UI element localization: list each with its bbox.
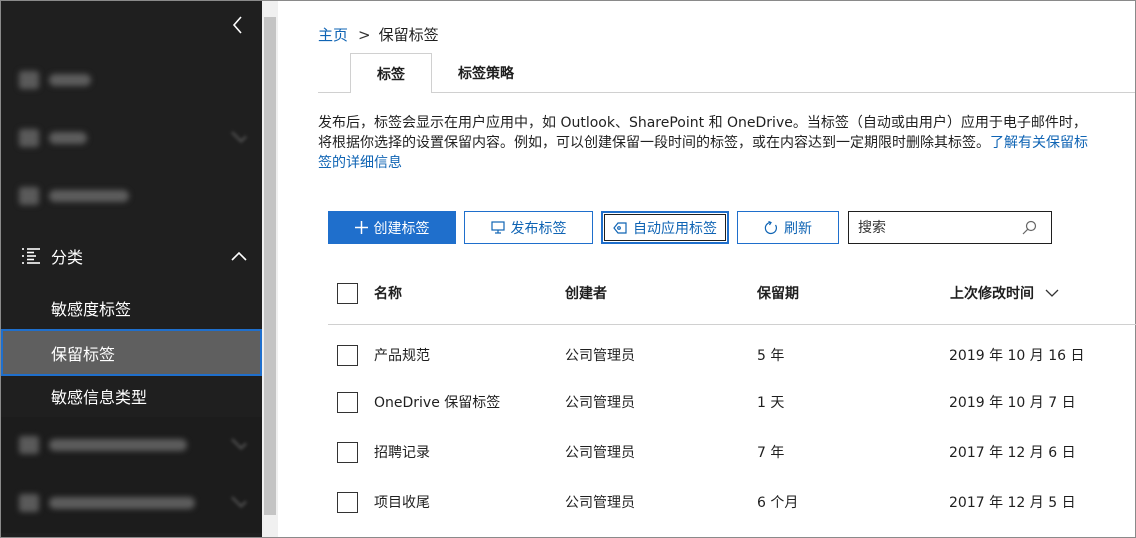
cell-retention: 1 天: [757, 395, 785, 411]
chevron-down-icon: [231, 127, 247, 143]
sidebar-item-blurred-5[interactable]: [1, 475, 262, 533]
sort-chevron-down-icon[interactable]: [1045, 286, 1059, 302]
row-checkbox[interactable]: [337, 392, 358, 413]
search-box[interactable]: [848, 211, 1052, 244]
sidebar-item-label: 分类: [51, 248, 84, 267]
description-text: 发布后，标签会显示在用户应用中，如 Outlook、SharePoint 和 O…: [318, 115, 1087, 151]
cell-modified: 2019 年 10 月 16 日: [949, 348, 1085, 364]
sidebar-item-blurred-4[interactable]: [1, 417, 262, 475]
cell-creator: 公司管理员: [565, 395, 635, 411]
search-input[interactable]: [849, 213, 1009, 242]
home-icon: [19, 71, 39, 89]
cell-creator: 公司管理员: [565, 495, 635, 511]
cell-creator: 公司管理员: [565, 348, 635, 364]
tag-icon: [613, 221, 627, 234]
column-header-name[interactable]: 名称: [374, 283, 402, 303]
chevron-left-icon: [232, 16, 242, 34]
create-label-button[interactable]: 创建标签: [328, 211, 456, 244]
records-icon: [19, 494, 39, 512]
refresh-button[interactable]: 刷新: [737, 211, 839, 244]
cell-name: 产品规范: [374, 348, 430, 364]
shield-icon: [19, 436, 39, 454]
breadcrumb-home-link[interactable]: 主页: [318, 26, 348, 44]
breadcrumb-current: 保留标签: [378, 26, 439, 44]
chevron-down-icon: [231, 492, 247, 508]
blurred-label: [49, 190, 129, 202]
cell-retention: 6 个月: [757, 495, 799, 511]
blurred-label: [49, 439, 187, 451]
row-checkbox[interactable]: [337, 442, 358, 463]
key-icon: [19, 187, 39, 205]
auto-apply-label-button[interactable]: 自动应用标签: [601, 211, 729, 244]
column-header-modified-label: 上次修改时间: [950, 286, 1034, 302]
cell-name: 招聘记录: [374, 445, 430, 461]
cell-modified: 2017 年 12 月 5 日: [949, 495, 1076, 511]
tab-label-policies[interactable]: 标签策略: [432, 53, 540, 93]
cell-retention: 7 年: [757, 445, 785, 461]
plus-icon: [354, 221, 368, 234]
cell-retention: 5 年: [757, 348, 785, 364]
chevron-down-icon: [231, 434, 247, 450]
column-header-creator[interactable]: 创建者: [565, 283, 607, 303]
alert-icon: [19, 129, 39, 147]
row-checkbox[interactable]: [337, 345, 358, 366]
auto-apply-label-text: 自动应用标签: [633, 220, 717, 237]
column-header-retention[interactable]: 保留期: [757, 283, 799, 303]
sidebar-item-blurred-3[interactable]: [1, 167, 262, 225]
publish-label-text: 发布标签: [510, 220, 567, 237]
publish-label-button[interactable]: 发布标签: [464, 211, 593, 244]
sidebar-item-classification[interactable]: 分类: [1, 232, 262, 280]
sidebar-item-sensitive-info-types[interactable]: 敏感信息类型: [1, 374, 262, 418]
table-row[interactable]: 招聘记录 公司管理员 7 年 2017 年 12 月 6 日: [328, 428, 1136, 476]
breadcrumb-separator: >: [358, 26, 371, 44]
blurred-label: [49, 74, 91, 86]
table-header: 名称 创建者 保留期 上次修改时间: [328, 269, 1136, 325]
sidebar: 分类 敏感度标签 保留标签 敏感信息类型: [1, 1, 262, 537]
table-row[interactable]: 产品规范 公司管理员 5 年 2019 年 10 月 16 日: [328, 331, 1136, 379]
breadcrumb: 主页 > 保留标签: [318, 24, 439, 45]
sidebar-item-blurred-1[interactable]: [1, 51, 262, 109]
refresh-text: 刷新: [784, 220, 812, 237]
page-description: 发布后，标签会显示在用户应用中，如 Outlook、SharePoint 和 O…: [318, 113, 1098, 173]
sidebar-scrollbar-thumb[interactable]: [264, 17, 276, 515]
refresh-icon: [764, 220, 778, 235]
sidebar-item-blurred-2[interactable]: [1, 109, 262, 167]
cell-modified: 2017 年 12 月 6 日: [949, 445, 1076, 461]
tab-bar: 标签 标签策略: [350, 53, 540, 93]
search-icon[interactable]: [1022, 220, 1037, 239]
chevron-up-icon: [230, 248, 248, 267]
publish-icon: [490, 221, 505, 234]
select-all-checkbox[interactable]: [337, 283, 358, 304]
table-row[interactable]: 项目收尾 公司管理员 6 个月 2017 年 12 月 5 日: [328, 478, 1136, 526]
tab-labels[interactable]: 标签: [350, 53, 432, 93]
sidebar-item-retention-labels[interactable]: 保留标签: [1, 329, 262, 376]
list-icon: [21, 247, 41, 269]
table-row[interactable]: OneDrive 保留标签 公司管理员 1 天 2019 年 10 月 7 日: [328, 378, 1136, 426]
sidebar-item-sensitivity-labels[interactable]: 敏感度标签: [1, 286, 262, 330]
cell-name: 项目收尾: [374, 495, 430, 511]
column-header-modified[interactable]: 上次修改时间: [950, 283, 1059, 303]
create-label-text: 创建标签: [373, 220, 430, 237]
row-checkbox[interactable]: [337, 492, 358, 513]
collapse-sidebar-button[interactable]: [228, 13, 248, 37]
cell-name: OneDrive 保留标签: [374, 395, 501, 411]
blurred-label: [49, 497, 195, 509]
main-content: 主页 > 保留标签 标签 标签策略 发布后，标签会显示在用户应用中，如 Outloo…: [278, 1, 1136, 537]
cell-modified: 2019 年 10 月 7 日: [949, 395, 1076, 411]
blurred-label: [49, 132, 87, 144]
cell-creator: 公司管理员: [565, 445, 635, 461]
